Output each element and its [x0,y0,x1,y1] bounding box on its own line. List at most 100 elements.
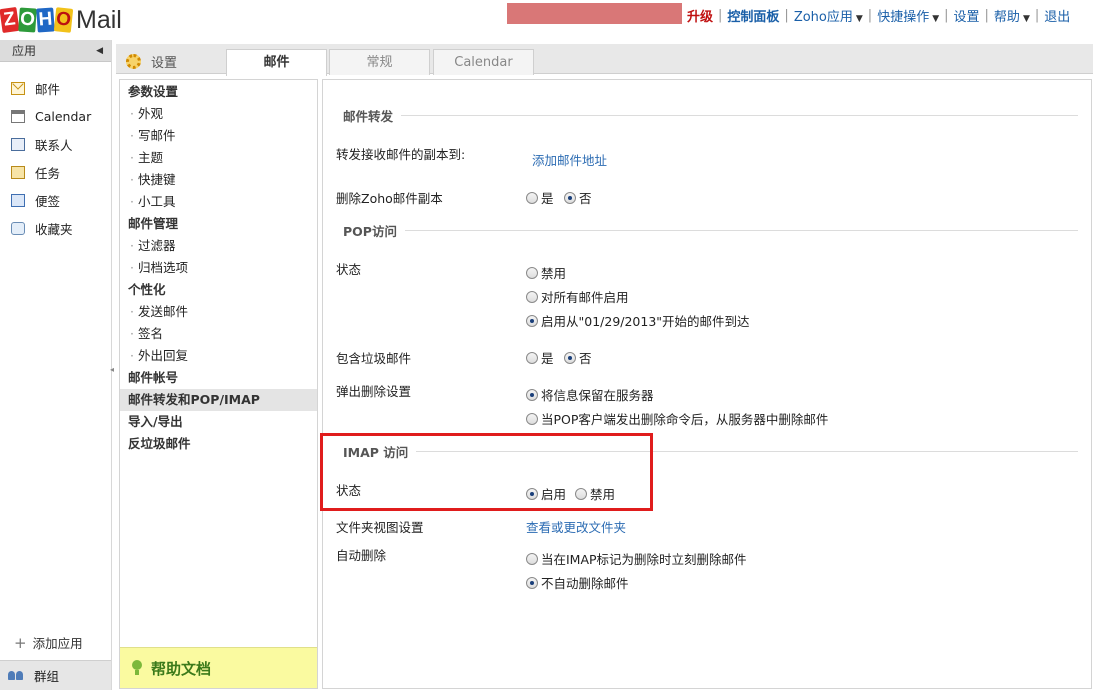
collapse-handle-icon[interactable]: ◂ [110,365,114,374]
add-app-label: 添加应用 [32,636,83,651]
nav-send-mail[interactable]: 发送邮件 [120,301,317,323]
delete-copy-label: 删除Zoho邮件副本 [336,191,443,206]
expunge-settings-label: 弹出删除设置 [336,384,412,399]
calendar-icon [11,109,25,123]
radio-button[interactable] [526,314,538,327]
tab-general[interactable]: 常规 [329,49,430,75]
settings-header: 设置 邮件 常规 Calendar [116,44,1093,76]
collapse-left-icon[interactable]: ◀ [96,46,103,56]
radio-button[interactable] [526,552,538,565]
delete-copy-no-radio[interactable]: 否 [564,188,592,207]
top-bar: Z O H O Mail 升级 | 控制面板 | Zoho应用 ▼ | 快捷操作 ▼… [0,0,1093,40]
zoho-mail-logo[interactable]: Z O H O Mail [0,5,122,34]
radio-button[interactable] [526,576,538,589]
radio-button[interactable] [564,191,576,204]
logo-letter: O [53,7,74,33]
nav-separator: | [784,8,789,23]
app-label: 邮件 [35,81,61,97]
help-menu[interactable]: 帮助 ▼ [994,6,1030,25]
pop-enable-from-date-radio[interactable]: 启用从"01/29/2013"开始的邮件到达 [526,311,750,330]
tasks-icon [11,165,25,179]
logo-letter: O [18,7,37,33]
keep-on-server-radio[interactable]: 将信息保留在服务器 [526,385,654,404]
radio-button[interactable] [526,412,538,425]
upgrade-link[interactable]: 升级 [687,6,713,25]
nav-signature[interactable]: 签名 [120,323,317,345]
nav-archive-options[interactable]: 归档选项 [120,257,317,279]
nav-filters[interactable]: 过滤器 [120,235,317,257]
include-spam-no-radio[interactable]: 否 [564,348,592,367]
pop-disable-radio[interactable]: 禁用 [526,263,566,282]
logo-letter: H [36,7,55,33]
apps-list: 邮件 Calendar 联系人 任务 便签 收藏夹 [0,62,111,242]
delete-from-server-radio[interactable]: 当POP客户端发出删除命令后，从服务器中删除邮件 [526,409,828,428]
pop-enable-all-radio[interactable]: 对所有邮件启用 [526,287,629,306]
include-spam-label: 包含垃圾邮件 [336,351,412,366]
logout-link[interactable]: 退出 [1044,6,1070,25]
nav-appearance[interactable]: 外观 [120,103,317,125]
option-label: 当POP客户端发出删除命令后，从服务器中删除邮件 [541,412,829,427]
nav-themes[interactable]: 主题 [120,147,317,169]
nav-personalization[interactable]: 个性化 [120,279,317,301]
settings-link[interactable]: 设置 [954,6,980,25]
option-label: 是 [541,351,554,366]
view-change-folders-link[interactable]: 查看或更改文件夹 [526,517,626,536]
chevron-down-icon: ▼ [855,14,863,24]
control-panel-link[interactable]: 控制面板 [727,6,779,25]
radio-button[interactable] [564,351,576,364]
radio-button[interactable] [526,266,538,279]
forward-copy-label: 转发接收邮件的副本到: [336,147,466,162]
nav-separator: | [984,8,989,23]
delete-copy-yes-radio[interactable]: 是 [526,188,554,207]
app-tasks[interactable]: 任务 [0,158,111,186]
tab-mail[interactable]: 邮件 [226,49,327,76]
nav-separator: | [718,8,723,23]
groups-button[interactable]: 群组 [0,660,111,690]
nav-anti-spam[interactable]: 反垃圾邮件 [120,433,317,455]
radio-button[interactable] [526,290,538,303]
app-contacts[interactable]: 联系人 [0,130,111,158]
zoho-apps-label: Zoho应用 [793,10,853,25]
app-notes[interactable]: 便签 [0,186,111,214]
nav-mail-management[interactable]: 邮件管理 [120,213,317,235]
option-label: 将信息保留在服务器 [541,388,654,403]
app-label: 便签 [35,193,61,209]
nav-mail-accounts[interactable]: 邮件帐号 [120,367,317,389]
tab-calendar[interactable]: Calendar [433,49,534,75]
app-calendar[interactable]: Calendar [0,102,111,130]
include-spam-yes-radio[interactable]: 是 [526,348,554,367]
nav-forwarding-pop-imap[interactable]: 邮件转发和POP/IMAP [120,389,317,411]
nav-out-of-office[interactable]: 外出回复 [120,345,317,367]
forwarding-section-heading: 邮件转发 [343,106,1078,125]
app-label: 任务 [35,165,61,181]
chevron-down-icon: ▼ [932,14,940,24]
add-email-address-link[interactable]: 添加邮件地址 [532,150,607,169]
delete-immediately-radio[interactable]: 当在IMAP标记为删除时立刻删除邮件 [526,549,747,568]
help-docs-link[interactable]: 帮助文档 [120,647,317,688]
no-auto-delete-radio[interactable]: 不自动删除邮件 [526,573,629,592]
nav-widgets[interactable]: 小工具 [120,191,317,213]
forwarding-heading-text: 邮件转发 [343,109,394,124]
radio-button[interactable] [526,191,538,204]
divider [404,230,1078,231]
zoho-apps-menu[interactable]: Zoho应用 ▼ [794,6,863,25]
nav-compose[interactable]: 写邮件 [120,125,317,147]
app-mail[interactable]: 邮件 [0,74,111,102]
highlight-box [320,433,653,511]
nav-shortcuts[interactable]: 快捷键 [120,169,317,191]
quick-actions-menu[interactable]: 快捷操作 ▼ [877,6,939,25]
radio-button[interactable] [526,388,538,401]
option-label: 对所有邮件启用 [541,290,629,305]
nav-import-export[interactable]: 导入/导出 [120,411,317,433]
app-label: 收藏夹 [35,221,73,237]
chevron-down-icon: ▼ [1022,14,1030,24]
divider [401,115,1078,116]
apps-header[interactable]: 应用 ◀ [0,40,111,62]
option-label: 禁用 [541,266,567,281]
app-bookmarks[interactable]: 收藏夹 [0,214,111,242]
nav-preferences[interactable]: 参数设置 [120,81,317,103]
nav-separator: | [944,8,949,23]
radio-button[interactable] [526,351,538,364]
add-app-button[interactable]: + 添加应用 [14,633,83,652]
logo-product-name: Mail [76,5,122,34]
